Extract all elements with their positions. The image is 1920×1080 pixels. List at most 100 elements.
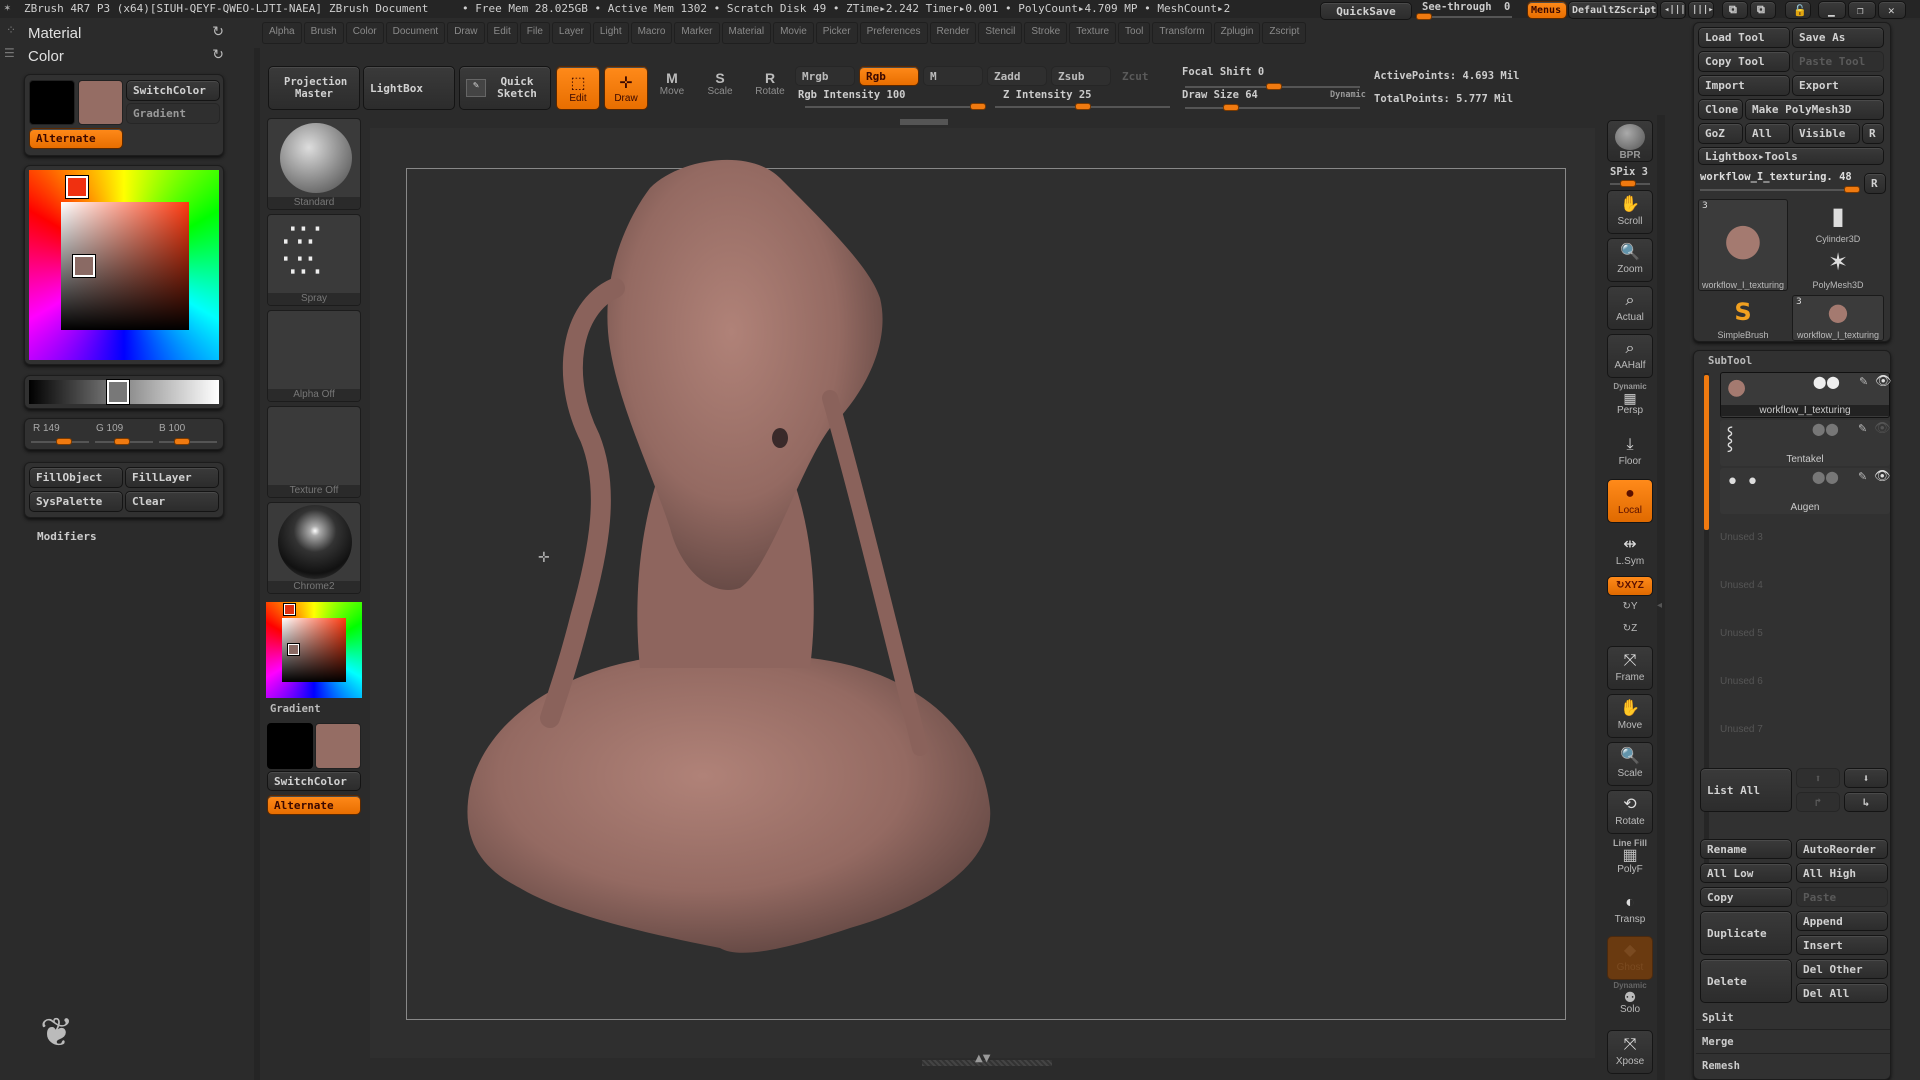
subtool-unused-slot[interactable]: Unused 7 bbox=[1720, 724, 1763, 735]
delete-button[interactable]: Delete bbox=[1700, 959, 1792, 1003]
menu-draw[interactable]: Draw bbox=[447, 22, 485, 44]
tool-thumb-cylinder3d[interactable]: ▮ Cylinder3D bbox=[1792, 199, 1884, 245]
menu-marker[interactable]: Marker bbox=[674, 22, 720, 44]
focal-shift-knob[interactable] bbox=[1266, 83, 1282, 90]
menu-stroke[interactable]: Stroke bbox=[1024, 22, 1068, 44]
fill-layer-button[interactable]: FillLayer bbox=[125, 467, 219, 488]
split-section[interactable]: Split bbox=[1696, 1008, 1890, 1030]
menu-transform[interactable]: Transform bbox=[1152, 22, 1212, 44]
transp-button[interactable]: ◐ Transp bbox=[1607, 888, 1653, 932]
bpr-button[interactable]: BPR bbox=[1607, 120, 1653, 162]
shelf-switch-color-button[interactable]: SwitchColor bbox=[267, 771, 361, 791]
frame-button[interactable]: ⤧ Frame bbox=[1607, 646, 1653, 690]
right-tray-collapse-icon[interactable]: ◂ bbox=[1657, 600, 1662, 611]
layout-next-button[interactable]: ⧉ bbox=[1750, 1, 1776, 19]
tool-slider-knob[interactable] bbox=[1844, 186, 1860, 193]
menu-color[interactable]: Color bbox=[345, 22, 384, 44]
minimize-button[interactable]: ▁ bbox=[1818, 1, 1846, 19]
scale-view-button[interactable]: 🔍 Scale bbox=[1607, 742, 1653, 786]
lightbox-tools-button[interactable]: Lightbox▸Tools bbox=[1698, 147, 1884, 165]
main-color-swatch[interactable] bbox=[78, 80, 123, 125]
rgb-intensity-slider[interactable] bbox=[805, 106, 985, 108]
clone-button[interactable]: Clone bbox=[1698, 99, 1743, 120]
b-knob[interactable] bbox=[174, 438, 190, 445]
polyf-button[interactable]: Line Fill ▦ PolyF bbox=[1607, 837, 1653, 883]
default-zscript-button[interactable]: DefaultZScript bbox=[1568, 1, 1658, 19]
goz-visible-button[interactable]: Visible bbox=[1792, 123, 1860, 144]
menu-stencil[interactable]: Stencil bbox=[978, 22, 1023, 44]
shelf-gradient-label[interactable]: Gradient bbox=[270, 703, 321, 715]
rgb-button[interactable]: Rgb bbox=[859, 66, 919, 86]
spix-knob[interactable] bbox=[1620, 180, 1636, 187]
visibility-eye-icon[interactable]: 👁 bbox=[1875, 374, 1892, 389]
shelf-hue-marker[interactable] bbox=[283, 603, 296, 616]
export-button[interactable]: Export bbox=[1792, 75, 1884, 96]
visibility-eye-icon[interactable]: 👁 bbox=[1874, 469, 1891, 484]
tool-slider[interactable] bbox=[1700, 189, 1860, 191]
scroll-button[interactable]: ✋ Scroll bbox=[1607, 190, 1653, 234]
menu-light[interactable]: Light bbox=[592, 22, 629, 44]
menu-picker[interactable]: Picker bbox=[815, 22, 858, 44]
m-button[interactable]: M bbox=[923, 66, 983, 86]
menu-file[interactable]: File bbox=[519, 22, 550, 44]
color-picker[interactable] bbox=[24, 165, 224, 365]
zoom-button[interactable]: 🔍 Zoom bbox=[1607, 238, 1653, 282]
move-down-button[interactable]: ⬇ bbox=[1844, 768, 1888, 788]
material-selector[interactable]: Chrome2 bbox=[267, 502, 361, 594]
menu-tool[interactable]: Tool bbox=[1118, 22, 1151, 44]
shelf-color-marker[interactable] bbox=[287, 643, 300, 656]
rgb-intensity-knob[interactable] bbox=[970, 103, 986, 110]
menu-preferences[interactable]: Preferences bbox=[859, 22, 928, 44]
close-button[interactable]: ✕ bbox=[1878, 1, 1906, 19]
paste-subtool-button[interactable]: Paste bbox=[1796, 887, 1888, 907]
z-intensity-knob[interactable] bbox=[1075, 103, 1091, 110]
color-marker[interactable] bbox=[72, 254, 96, 278]
color-header[interactable]: Color bbox=[28, 48, 64, 65]
menu-texture[interactable]: Texture bbox=[1069, 22, 1117, 44]
menu-material[interactable]: Material bbox=[721, 22, 772, 44]
all-low-button[interactable]: All Low bbox=[1700, 863, 1792, 883]
rotate-y-button[interactable]: ↻Y bbox=[1607, 600, 1653, 620]
document-canvas[interactable]: ✛ ▲▼ bbox=[370, 128, 1595, 1066]
merge-section[interactable]: Merge bbox=[1696, 1032, 1890, 1054]
poly-frame-toggle-icon[interactable]: ⬤⬤ bbox=[1813, 375, 1840, 389]
grayscale-marker[interactable] bbox=[106, 379, 130, 405]
xpose-button[interactable]: ⤧ Xpose bbox=[1607, 1030, 1653, 1074]
subtool-item[interactable]: ● ⬤⬤ ✎ 👁 workflow_I_texturing bbox=[1720, 372, 1892, 418]
copy-subtool-button[interactable]: Copy bbox=[1700, 887, 1792, 907]
tray-right-button[interactable]: |||▸ bbox=[1688, 1, 1714, 19]
scale-button[interactable]: S Scale bbox=[703, 70, 737, 110]
modifiers-label[interactable]: Modifiers bbox=[37, 530, 97, 543]
menu-zscript[interactable]: Zscript bbox=[1262, 22, 1307, 44]
move-up-branch-button[interactable]: ↱ bbox=[1796, 792, 1840, 812]
persp-button[interactable]: Dynamic ▦ Persp bbox=[1607, 381, 1653, 425]
poly-frame-toggle-icon[interactable]: ⬤⬤ bbox=[1812, 470, 1839, 484]
solo-button[interactable]: Dynamic ⚉ Solo bbox=[1607, 980, 1653, 1024]
color-refresh-icon[interactable]: ↻ bbox=[212, 47, 224, 63]
move-down-branch-button[interactable]: ↳ bbox=[1844, 792, 1888, 812]
tray-divider[interactable] bbox=[254, 48, 260, 1080]
subtool-unused-slot[interactable]: Unused 5 bbox=[1720, 628, 1763, 639]
bottom-shelf-arrows-icon[interactable]: ▲▼ bbox=[975, 1053, 990, 1064]
zsub-button[interactable]: Zsub bbox=[1051, 66, 1111, 86]
tool-thumb-workflow-i-texturing[interactable]: ● 3 workflow_I_texturing bbox=[1792, 295, 1884, 341]
lsym-button[interactable]: ⇹ L.Sym bbox=[1607, 530, 1653, 574]
brush-icon[interactable]: ✎ bbox=[1858, 470, 1867, 483]
alien-bust-model[interactable] bbox=[450, 148, 1010, 968]
auto-reorder-button[interactable]: AutoReorder bbox=[1796, 839, 1888, 859]
move-button[interactable]: M Move bbox=[655, 70, 689, 110]
menu-macro[interactable]: Macro bbox=[630, 22, 673, 44]
goz-r-button[interactable]: R bbox=[1862, 123, 1884, 144]
copy-tool-button[interactable]: Copy Tool bbox=[1698, 51, 1790, 72]
rotate-z-button[interactable]: ↻Z bbox=[1607, 622, 1653, 642]
stroke-selector[interactable]: ∴∵ ∵∴ Spray bbox=[267, 214, 361, 306]
subtool-item[interactable]: ⸾ ⬤⬤ ✎ 👁 Tentakel bbox=[1720, 420, 1891, 466]
switch-color-button[interactable]: SwitchColor bbox=[126, 80, 220, 101]
layout-prev-button[interactable]: ⧉ bbox=[1722, 1, 1748, 19]
alpha-selector[interactable]: Alpha Off bbox=[267, 310, 361, 402]
alternate-button[interactable]: Alternate bbox=[29, 128, 123, 149]
material-refresh-icon[interactable]: ↻ bbox=[212, 24, 224, 40]
paste-tool-button[interactable]: Paste Tool bbox=[1792, 51, 1884, 72]
insert-button[interactable]: Insert bbox=[1796, 935, 1888, 955]
restore-button[interactable]: ❐ bbox=[1848, 1, 1876, 19]
